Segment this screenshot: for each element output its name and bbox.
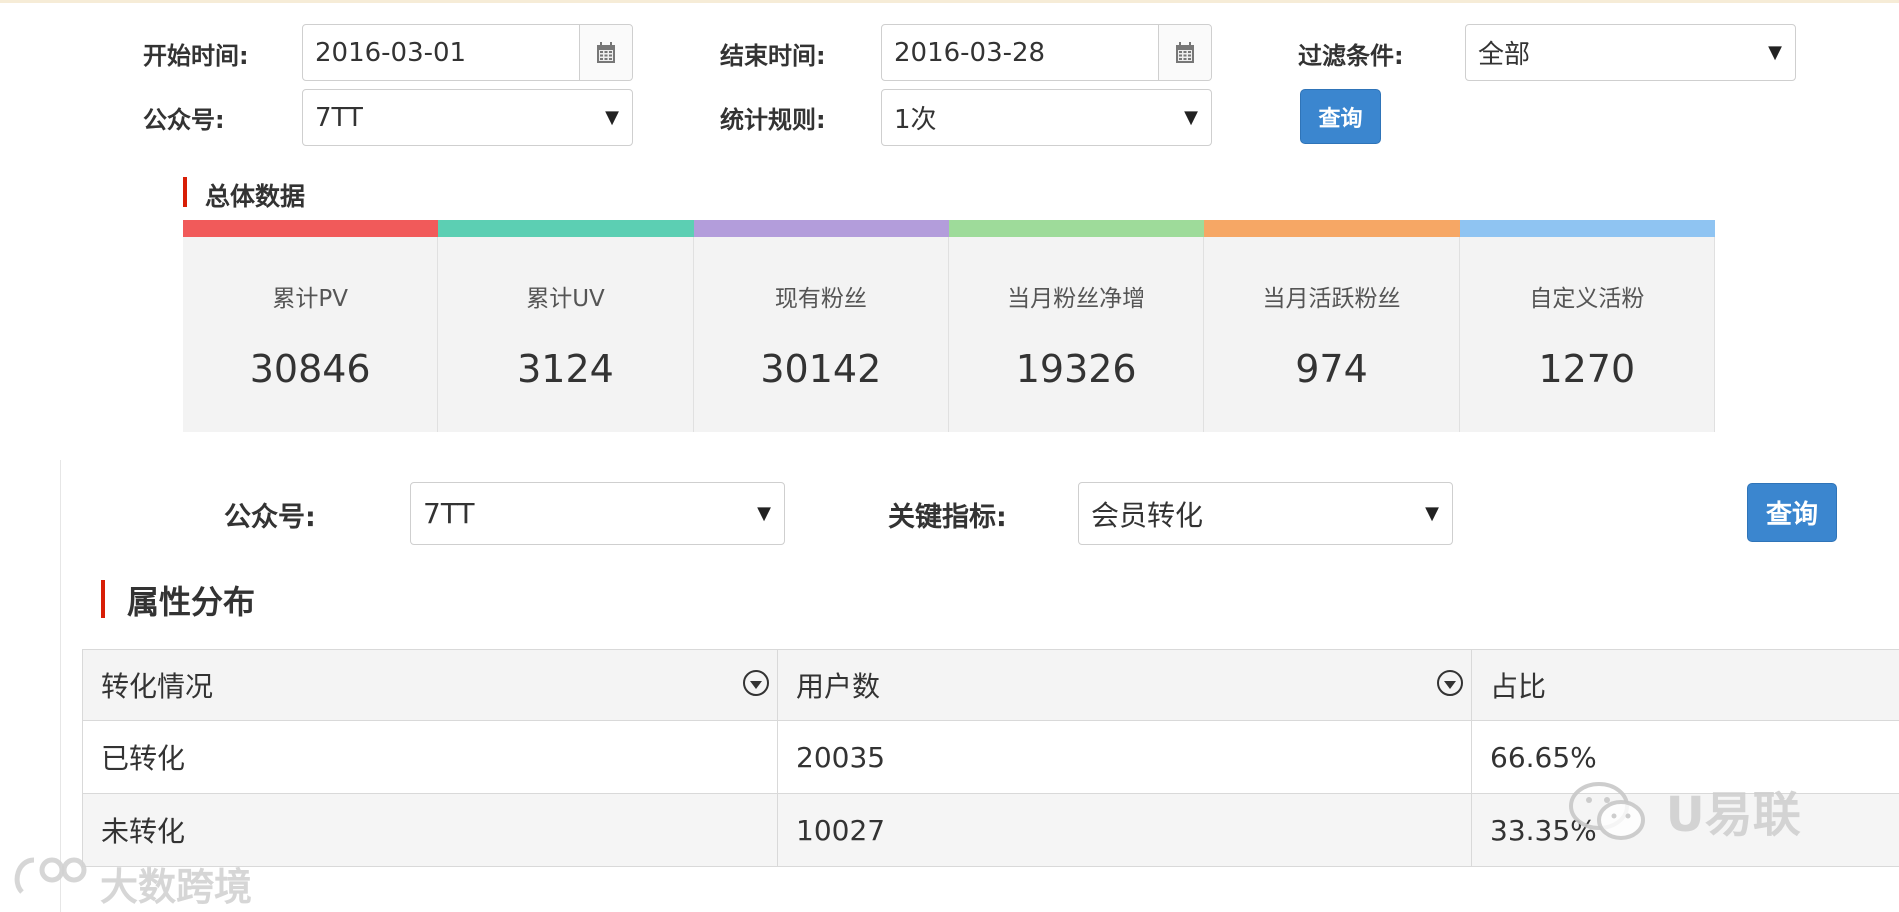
watermark-logo-left: 大数跨境 xyxy=(14,856,253,911)
top-border xyxy=(0,0,1899,3)
official-account-value: 7TT xyxy=(315,102,363,133)
start-date-value: 2016-03-01 xyxy=(315,37,467,68)
official-account-select-2[interactable]: 7TT ▼ xyxy=(410,482,785,545)
calendar-icon[interactable] xyxy=(579,25,632,80)
filter-condition-label: 过滤条件: xyxy=(1298,42,1404,70)
stat-rule-value: 1次 xyxy=(894,105,937,135)
start-date-input[interactable]: 2016-03-01 xyxy=(302,24,633,81)
start-time-label: 开始时间: xyxy=(143,42,249,70)
card-color-strip xyxy=(1459,220,1715,237)
card-color-strip xyxy=(438,220,694,237)
column-header-label: 占比 xyxy=(1490,670,1547,703)
calendar-icon[interactable] xyxy=(1158,25,1211,80)
stat-rule-label: 统计规则: xyxy=(720,106,826,134)
filter-icon[interactable] xyxy=(743,670,769,696)
official-account-label-2: 公众号: xyxy=(224,502,316,533)
stat-card-value: 30846 xyxy=(249,347,371,391)
table-cell: 已转化 xyxy=(82,720,778,794)
column-header-users[interactable]: 用户数 xyxy=(777,649,1472,721)
table-cell: 10027 xyxy=(777,793,1472,867)
key-metric-label: 关键指标: xyxy=(888,502,1007,533)
distribution-title: 属性分布 xyxy=(127,583,256,621)
stat-card-label: 累计PV xyxy=(272,286,348,312)
section-marker xyxy=(101,580,105,618)
dropdown-arrow-icon: ▼ xyxy=(605,107,619,128)
stat-card-value: 30142 xyxy=(760,347,882,391)
column-header-conversion[interactable]: 转化情况 xyxy=(82,649,778,721)
filter-icon[interactable] xyxy=(1437,670,1463,696)
end-date-input[interactable]: 2016-03-28 xyxy=(881,24,1212,81)
stat-card-value: 974 xyxy=(1295,347,1368,391)
overview-title: 总体数据 xyxy=(205,182,306,211)
stat-card: 当月粉丝净增 19326 xyxy=(949,237,1205,432)
dropdown-arrow-icon: ▼ xyxy=(1425,503,1439,524)
section-marker xyxy=(183,177,187,207)
watermark-text-left: 大数跨境 xyxy=(100,865,253,909)
column-header-label: 转化情况 xyxy=(101,670,214,703)
dropdown-arrow-icon: ▼ xyxy=(1184,107,1198,128)
official-account-label: 公众号: xyxy=(143,106,225,134)
card-color-strip xyxy=(183,220,439,237)
key-metric-select[interactable]: 会员转化 ▼ xyxy=(1078,482,1453,545)
card-color-strip xyxy=(1204,220,1460,237)
card-color-strip xyxy=(693,220,949,237)
filter-condition-select[interactable]: 全部 ▼ xyxy=(1465,24,1796,81)
table-header-row: 转化情况 用户数 占比 xyxy=(82,649,1899,721)
stat-card-label: 现有粉丝 xyxy=(774,286,867,312)
stat-card: 自定义活粉 1270 xyxy=(1459,237,1715,432)
table-cell: 20035 xyxy=(777,720,1472,794)
end-time-label: 结束时间: xyxy=(720,42,826,70)
stat-card-value: 19326 xyxy=(1015,347,1137,391)
column-header-ratio[interactable]: 占比 xyxy=(1471,649,1899,721)
stat-card-label: 累计UV xyxy=(526,286,605,312)
divider-line xyxy=(60,460,61,912)
stat-rule-select[interactable]: 1次 ▼ xyxy=(881,89,1212,146)
dropdown-arrow-icon: ▼ xyxy=(757,503,771,524)
key-metric-value: 会员转化 xyxy=(1091,498,1204,532)
column-header-label: 用户数 xyxy=(796,670,881,703)
query-button-2[interactable]: 查询 xyxy=(1747,483,1837,542)
stat-card-label: 当月活跃粉丝 xyxy=(1262,286,1401,312)
stat-card-value: 1270 xyxy=(1538,347,1636,391)
brand-icon xyxy=(12,852,96,909)
stat-card: 现有粉丝 30142 xyxy=(693,237,949,432)
watermark-logo-right: U易联 xyxy=(1565,775,1801,856)
query-button[interactable]: 查询 xyxy=(1300,89,1381,144)
stat-card-value: 3124 xyxy=(517,347,614,391)
stat-card: 当月活跃粉丝 974 xyxy=(1204,237,1460,432)
watermark-text-right: U易联 xyxy=(1665,787,1801,843)
end-date-value: 2016-03-28 xyxy=(894,37,1046,68)
filter-condition-value: 全部 xyxy=(1478,40,1531,70)
card-color-strip xyxy=(949,220,1205,237)
stat-card: 累计UV 3124 xyxy=(438,237,694,432)
wechat-icon xyxy=(1565,780,1649,856)
dropdown-arrow-icon: ▼ xyxy=(1768,42,1782,63)
official-account-select[interactable]: 7TT ▼ xyxy=(302,89,633,146)
stat-card-label: 自定义活粉 xyxy=(1529,286,1645,312)
stat-card: 累计PV 30846 xyxy=(183,237,439,432)
official-account-value-2: 7TT xyxy=(423,497,475,530)
stat-card-label: 当月粉丝净增 xyxy=(1007,286,1146,312)
